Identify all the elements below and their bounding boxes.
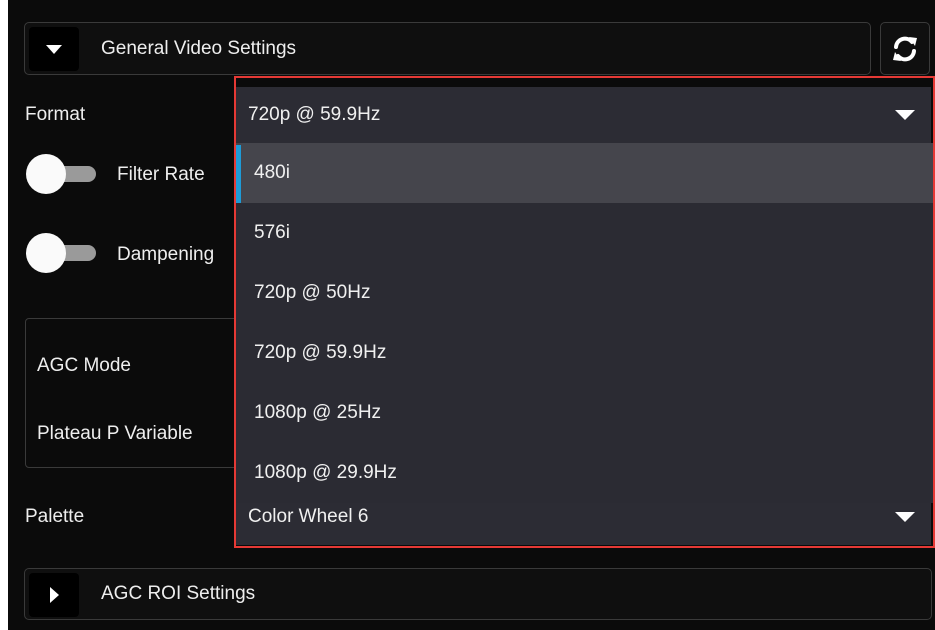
expand-button[interactable] [29,573,79,617]
refresh-button[interactable] [880,22,930,75]
format-select[interactable]: 720p @ 59.9Hz [236,87,931,143]
dropdown-option[interactable]: 720p @ 50Hz [236,263,933,323]
chevron-down-icon [46,44,62,54]
format-label: Format [25,104,86,125]
dropdown-option[interactable]: 576i [236,203,933,263]
plateau-p-variable-label: Plateau P Variable [37,423,193,444]
dampening-label: Dampening [117,244,215,265]
dropdown-option[interactable]: 1080p @ 29.9Hz [236,443,933,503]
section-title: General Video Settings [101,37,297,59]
dropdown-option[interactable]: 1080p @ 25Hz [236,383,933,443]
agc-mode-label: AGC Mode [37,355,131,376]
dropdown-option[interactable]: 720p @ 59.9Hz [236,323,933,383]
collapse-button[interactable] [29,27,79,71]
general-video-settings-header[interactable]: General Video Settings [24,22,871,75]
toggle-knob [26,233,66,273]
refresh-icon [893,36,917,61]
format-dropdown-list: 480i 576i 720p @ 50Hz 720p @ 59.9Hz 1080… [236,143,933,503]
agc-roi-settings-header[interactable]: AGC ROI Settings [24,568,932,620]
filter-rate-toggle[interactable] [26,154,98,194]
palette-label: Palette [25,506,85,527]
toggle-knob [26,154,66,194]
section-title: AGC ROI Settings [101,583,256,604]
dampening-toggle[interactable] [26,233,98,273]
agc-group: AGC Mode Plateau P Variable [25,318,240,468]
dropdown-option[interactable]: 480i [236,143,933,203]
dropdown-arrow-icon [895,110,915,120]
filter-rate-label: Filter Rate [117,164,205,185]
format-select-value: 720p @ 59.9Hz [248,104,381,125]
dropdown-arrow-icon [895,512,915,522]
chevron-right-icon [49,587,59,603]
